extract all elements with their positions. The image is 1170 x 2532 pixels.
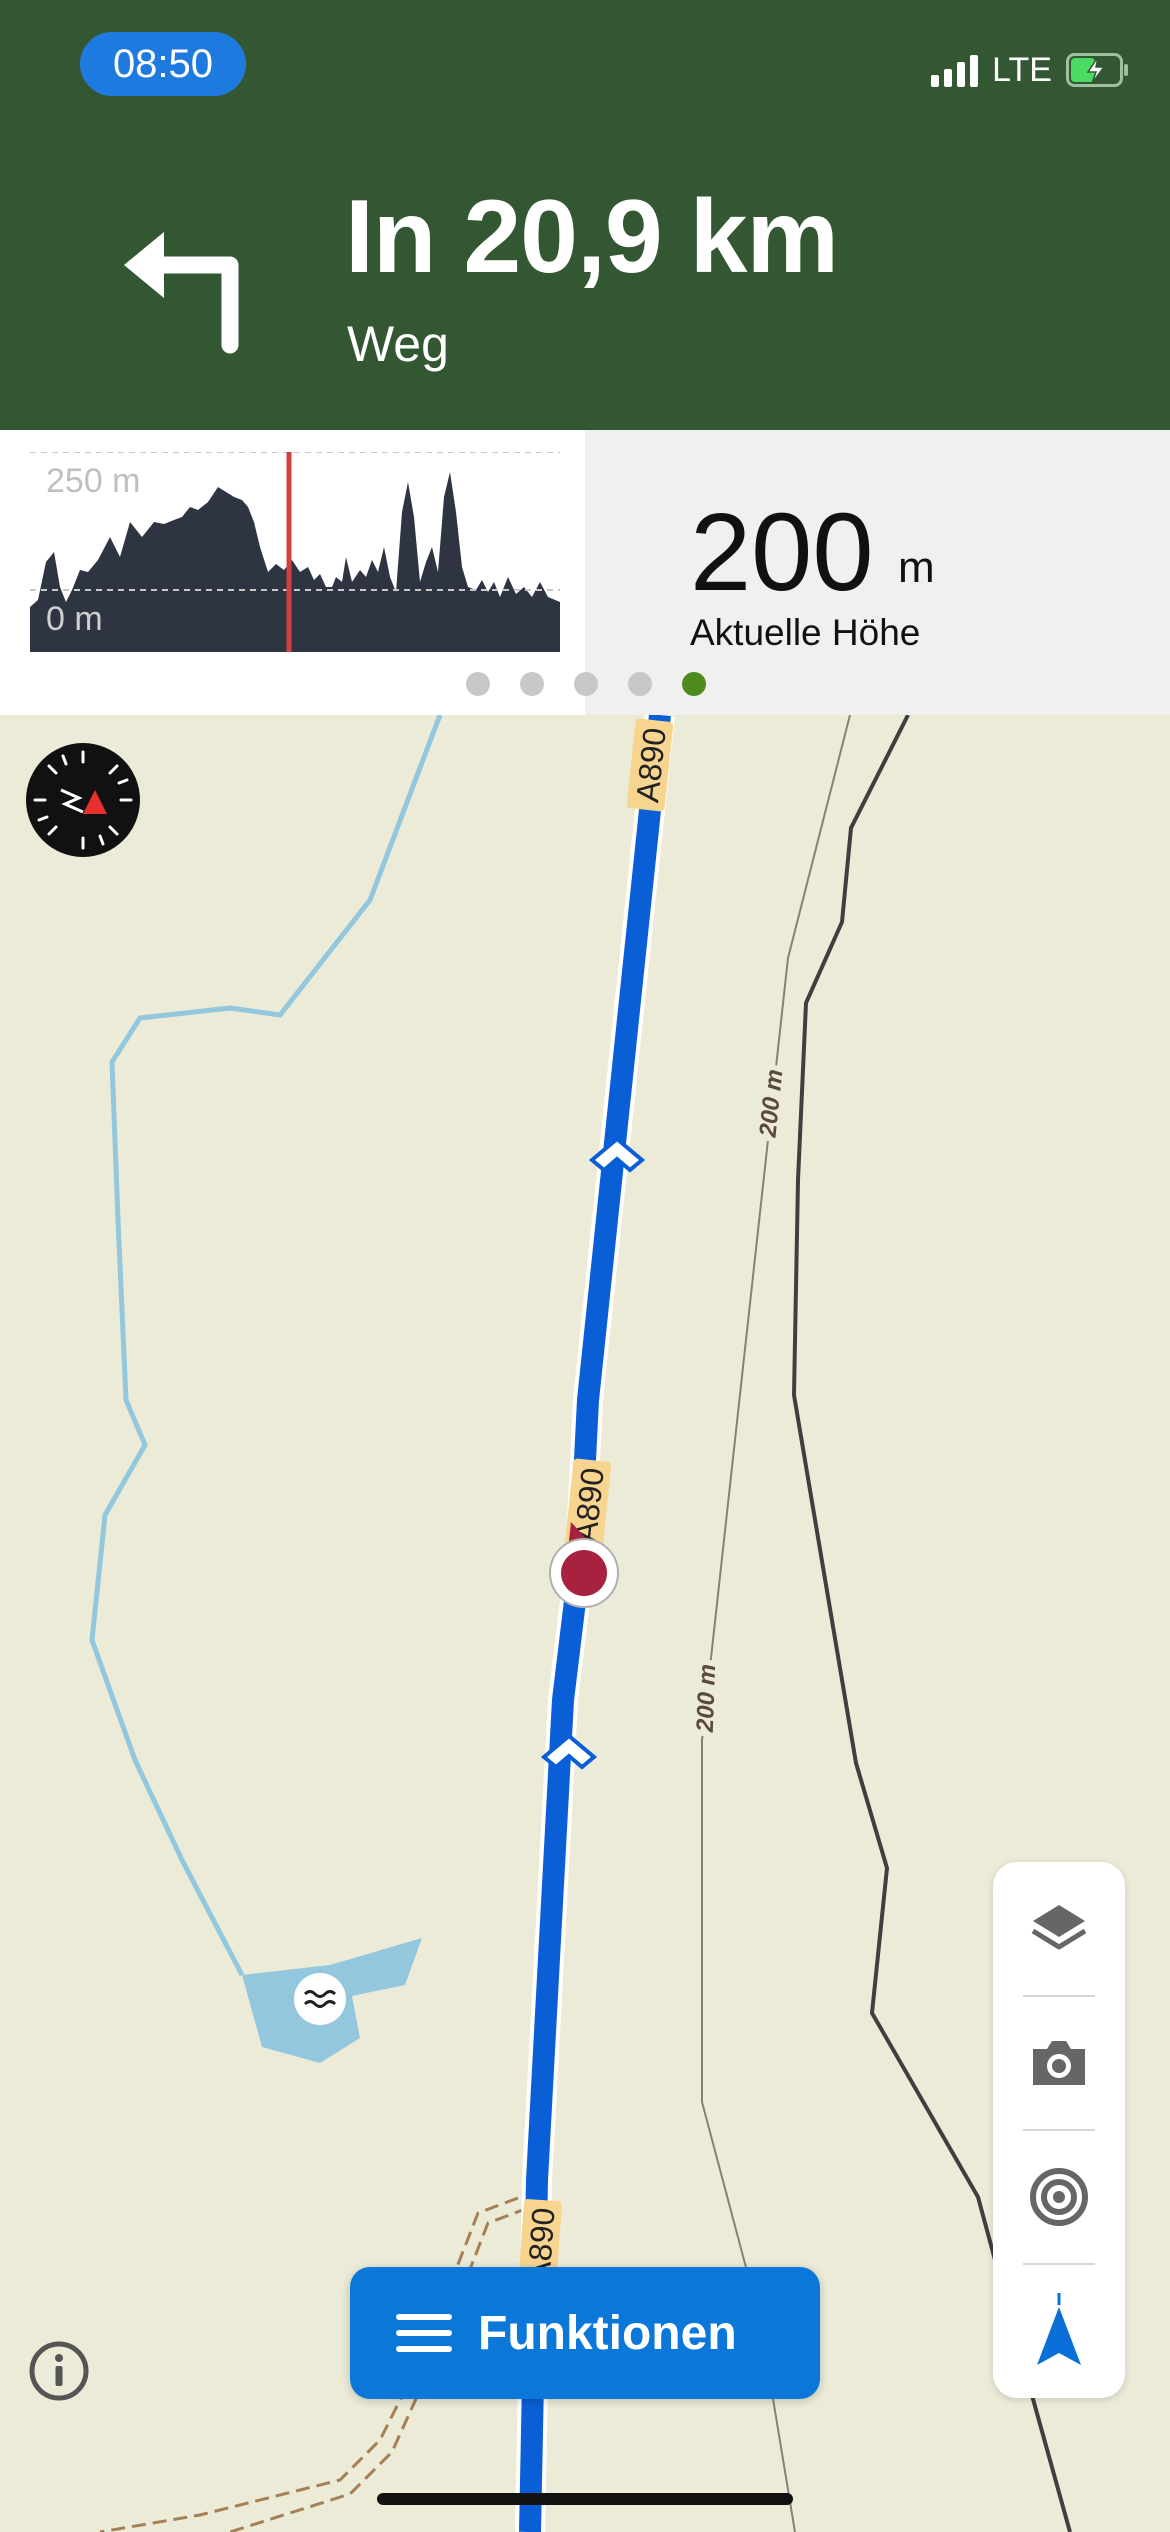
svg-text:200 m: 200 m <box>692 1664 721 1734</box>
page-dot[interactable] <box>628 672 652 696</box>
status-indicators: LTE <box>931 48 1130 92</box>
network-label: LTE <box>992 50 1052 89</box>
info-panel[interactable]: 250 m 0 m 200 m Aktuelle Höhe <box>0 430 1170 715</box>
functions-label: Funktionen <box>478 2306 737 2360</box>
page-dot[interactable] <box>574 672 598 696</box>
navigation-header: 08:50 LTE In 20,9 km Weg <box>0 0 1170 430</box>
functions-button[interactable]: Funktionen <box>350 2267 820 2399</box>
radar-icon <box>1030 2168 1088 2226</box>
recenter-button[interactable] <box>993 2264 1125 2398</box>
elevation-min-label: 0 m <box>46 600 103 638</box>
turn-distance: In 20,9 km <box>345 179 839 295</box>
layers-icon <box>1031 1905 1087 1950</box>
street-name: Weg <box>347 316 449 372</box>
navigation-arrow-icon <box>1037 2293 1081 2365</box>
altitude-value: 200 <box>690 491 874 614</box>
page-dot-active[interactable] <box>682 672 706 696</box>
signal-icon <box>931 53 979 87</box>
radar-button[interactable] <box>993 2130 1125 2264</box>
elevation-profile-chart: 250 m 0 m <box>30 452 560 652</box>
contour-label: 200 m <box>689 1659 721 1737</box>
water-icon <box>294 1973 346 2025</box>
info-icon[interactable] <box>28 2340 90 2402</box>
status-time: 08:50 <box>80 32 246 96</box>
altitude-label: Aktuelle Höhe <box>690 612 921 653</box>
elevation-max-label: 250 m <box>46 462 141 500</box>
battery-charging-icon <box>1066 53 1128 87</box>
menu-icon <box>396 2314 452 2352</box>
layers-button[interactable] <box>993 1862 1125 1996</box>
compass-icon[interactable] <box>25 742 141 858</box>
camera-button[interactable] <box>993 1996 1125 2130</box>
page-dot[interactable] <box>466 672 490 696</box>
camera-icon <box>1033 2041 1085 2085</box>
turn-left-arrow-icon <box>124 232 239 354</box>
page-dot[interactable] <box>520 672 544 696</box>
page-indicator[interactable] <box>466 672 706 696</box>
altitude-unit: m <box>898 543 935 592</box>
map-toolbar <box>993 1862 1125 2398</box>
home-indicator <box>377 2493 793 2505</box>
